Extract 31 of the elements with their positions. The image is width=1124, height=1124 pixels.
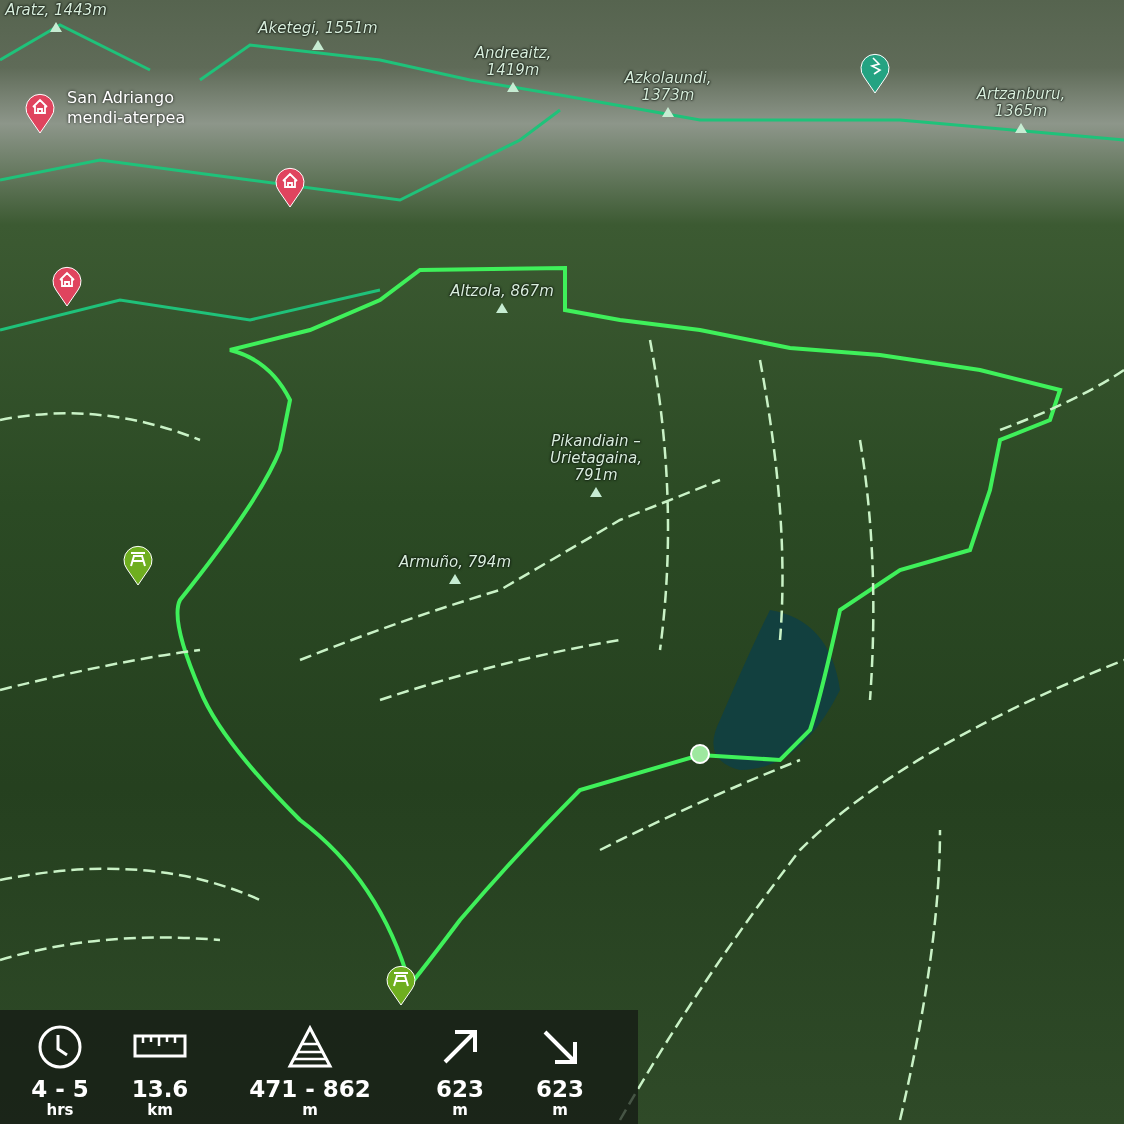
peak-label: Pikandiain – Urietagaina, 791m <box>550 433 642 484</box>
peak-label: Andreaitz, 1419m <box>474 45 552 79</box>
peak-icon <box>506 81 520 93</box>
shelter-label: San Adriango mendi-aterpea <box>67 88 186 128</box>
peak-icon <box>495 302 509 314</box>
stat-unit: m <box>452 1102 468 1118</box>
stat-value: 623 <box>536 1076 584 1102</box>
stat-unit: hrs <box>46 1102 74 1118</box>
clock-icon <box>37 1024 83 1070</box>
satellite-map[interactable] <box>0 0 1124 1124</box>
peak-label: Armuño, 794m <box>399 554 511 571</box>
peak-label: Aketegi, 1551m <box>258 20 378 37</box>
stat-unit: m <box>302 1102 318 1118</box>
peak-label: Aratz, 1443m <box>5 2 107 19</box>
peak-icon <box>1014 122 1028 134</box>
stat-value: 4 - 5 <box>31 1076 89 1102</box>
peak-icon <box>448 573 462 585</box>
peak-icon <box>661 106 675 118</box>
stat-unit: km <box>147 1102 173 1118</box>
pyramid-icon <box>287 1024 333 1070</box>
stat-value: 471 - 862 <box>249 1076 371 1102</box>
stat-value: 623 <box>436 1076 484 1102</box>
peak-label: Altzola, 867m <box>450 283 554 300</box>
peak-label: Artzanburu, 1365m <box>976 86 1066 120</box>
stat-value: 13.6 <box>131 1076 189 1102</box>
peak-icon <box>311 39 325 51</box>
peak-icon <box>589 486 603 498</box>
route-point-icon <box>690 744 710 764</box>
peak-icon <box>49 21 63 33</box>
peak-label: Azkolaundi, 1373m <box>624 70 712 104</box>
stat-unit: m <box>552 1102 568 1118</box>
